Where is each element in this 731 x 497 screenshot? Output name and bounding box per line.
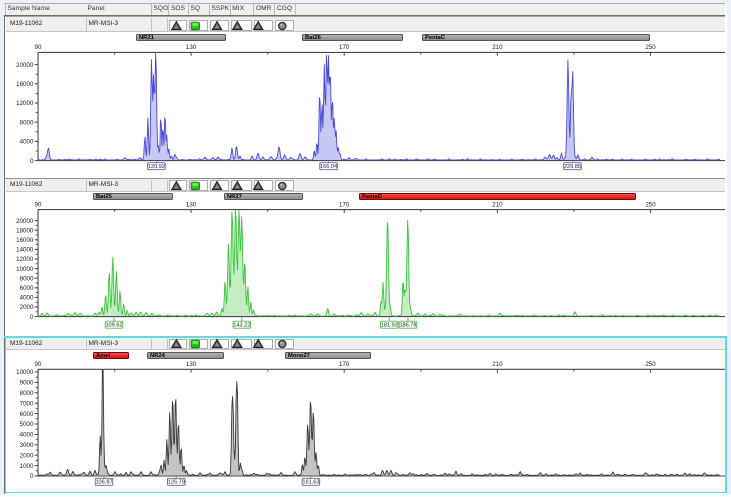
svg-text:8000: 8000 [20,390,34,397]
svg-text:6000: 6000 [20,285,34,292]
svg-text:4000: 4000 [20,295,34,302]
svg-text:9000: 9000 [20,380,34,387]
svg-text:90: 90 [35,44,42,51]
svg-text:166.04: 166.04 [320,164,337,170]
svg-text:3000: 3000 [20,442,34,449]
svg-text:186.78: 186.78 [399,323,416,329]
svg-text:210: 210 [492,361,503,368]
svg-text:12000: 12000 [16,256,34,263]
svg-text:170: 170 [339,361,350,368]
svg-text:90: 90 [35,201,42,208]
svg-text:90: 90 [35,361,42,368]
svg-text:0: 0 [30,473,34,480]
svg-text:229.85: 229.85 [564,164,581,170]
svg-text:120.92: 120.92 [148,164,165,170]
svg-text:2000: 2000 [20,452,34,459]
svg-text:210: 210 [492,201,503,208]
svg-text:130: 130 [186,44,197,51]
svg-text:1000: 1000 [20,463,34,470]
svg-text:16000: 16000 [16,81,34,88]
svg-text:7000: 7000 [20,400,34,407]
svg-text:8000: 8000 [20,275,34,282]
svg-text:8000: 8000 [20,119,34,126]
svg-text:250: 250 [645,361,656,368]
svg-text:161.63: 161.63 [302,480,319,486]
svg-text:18000: 18000 [16,227,34,234]
svg-text:14000: 14000 [16,247,34,254]
svg-text:109.62: 109.62 [105,323,122,329]
svg-text:10000: 10000 [16,369,34,376]
svg-text:250: 250 [645,201,656,208]
svg-text:170: 170 [339,201,350,208]
svg-text:106.87: 106.87 [95,480,112,486]
svg-text:0: 0 [30,158,34,165]
svg-text:12000: 12000 [16,100,34,107]
svg-text:2000: 2000 [20,304,34,311]
svg-text:4000: 4000 [20,432,34,439]
svg-text:143.22: 143.22 [233,323,250,329]
svg-text:20000: 20000 [16,218,34,225]
svg-text:4000: 4000 [20,139,34,146]
svg-text:181.92: 181.92 [381,323,398,329]
svg-text:5000: 5000 [20,421,34,428]
svg-text:6000: 6000 [20,411,34,418]
svg-text:210: 210 [492,44,503,51]
svg-text:130: 130 [186,201,197,208]
svg-text:20000: 20000 [16,62,34,69]
svg-text:10000: 10000 [16,266,34,273]
svg-text:130: 130 [186,361,197,368]
svg-text:0: 0 [30,314,34,321]
svg-text:170: 170 [339,44,350,51]
svg-text:250: 250 [645,44,656,51]
svg-text:125.79: 125.79 [168,480,185,486]
svg-text:16000: 16000 [16,237,34,244]
